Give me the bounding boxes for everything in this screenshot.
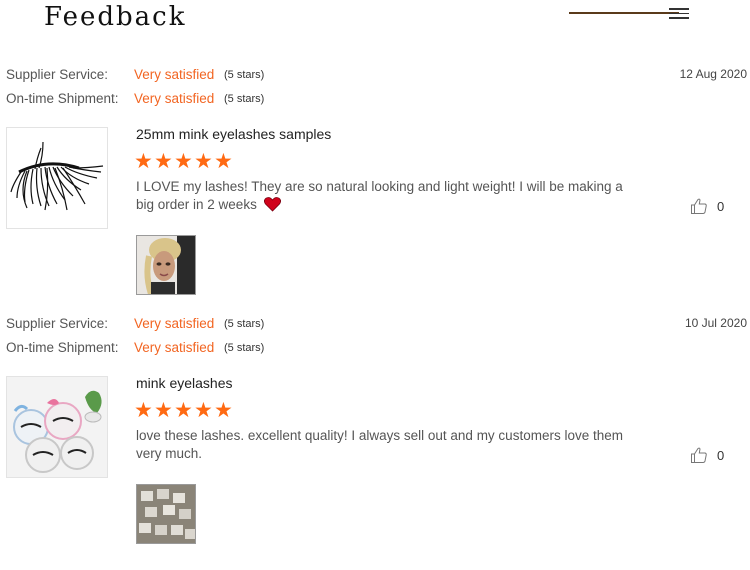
supplier-service-label: Supplier Service: xyxy=(6,67,109,82)
hamburger-menu-icon[interactable] xyxy=(669,8,689,19)
eyelash-illustration xyxy=(10,141,104,211)
feedback-header: Feedback xyxy=(0,0,750,44)
product-image-lash-cases[interactable] xyxy=(6,376,108,478)
review-date: 12 Aug 2020 xyxy=(679,67,747,81)
supplier-service-stars: (5 stars) xyxy=(224,69,265,81)
product-image-eyelashes[interactable] xyxy=(6,127,108,229)
like-count: 0 xyxy=(717,198,725,214)
star-icon: ★ xyxy=(194,398,213,422)
heart-icon xyxy=(263,197,281,212)
customer-photo xyxy=(137,236,195,294)
shipment-value: Very satisfied xyxy=(134,91,215,106)
star-icon: ★ xyxy=(214,398,233,422)
shipment-stars: (5 stars) xyxy=(224,342,265,354)
product-name[interactable]: mink eyelashes xyxy=(136,375,233,391)
star-icon: ★ xyxy=(154,398,173,422)
rating-stars: ★ ★ ★ ★ ★ xyxy=(134,398,233,422)
customer-photo xyxy=(137,485,195,543)
star-icon: ★ xyxy=(134,398,153,422)
shipment-label: On-time Shipment: xyxy=(6,91,119,106)
product-name[interactable]: 25mm mink eyelashes samples xyxy=(136,126,331,142)
page-title: Feedback xyxy=(44,2,187,32)
feedback-page: Feedback Supplier Service: Very satisfie… xyxy=(0,0,750,570)
review-text: I LOVE my lashes! They are so natural lo… xyxy=(136,179,623,212)
review-photo-thumbnail[interactable] xyxy=(136,484,196,544)
review-photo-thumbnail[interactable] xyxy=(136,235,196,295)
shipment-value: Very satisfied xyxy=(134,340,215,355)
supplier-service-stars: (5 stars) xyxy=(224,318,265,330)
like-button[interactable]: 0 xyxy=(690,196,724,216)
review-text-block: I LOVE my lashes! They are so natural lo… xyxy=(136,178,636,214)
like-count: 0 xyxy=(717,447,725,463)
thumbs-up-icon xyxy=(691,447,707,463)
shipment-label: On-time Shipment: xyxy=(6,340,119,355)
supplier-service-value: Very satisfied xyxy=(134,67,215,82)
review-text-block: love these lashes. excellent quality! I … xyxy=(136,427,636,463)
star-icon: ★ xyxy=(154,149,173,173)
shipment-stars: (5 stars) xyxy=(224,93,265,105)
lash-cases-illustration xyxy=(7,377,107,477)
review-text: love these lashes. excellent quality! I … xyxy=(136,428,623,461)
supplier-service-label: Supplier Service: xyxy=(6,316,109,331)
star-icon: ★ xyxy=(134,149,153,173)
supplier-service-value: Very satisfied xyxy=(134,316,215,331)
star-icon: ★ xyxy=(214,149,233,173)
star-icon: ★ xyxy=(174,398,193,422)
rating-stars: ★ ★ ★ ★ ★ xyxy=(134,149,233,173)
star-icon: ★ xyxy=(194,149,213,173)
review-date: 10 Jul 2020 xyxy=(684,316,747,330)
like-button[interactable]: 0 xyxy=(690,445,724,465)
header-divider-line xyxy=(569,12,679,14)
star-icon: ★ xyxy=(174,149,193,173)
thumbs-up-icon xyxy=(691,198,707,214)
